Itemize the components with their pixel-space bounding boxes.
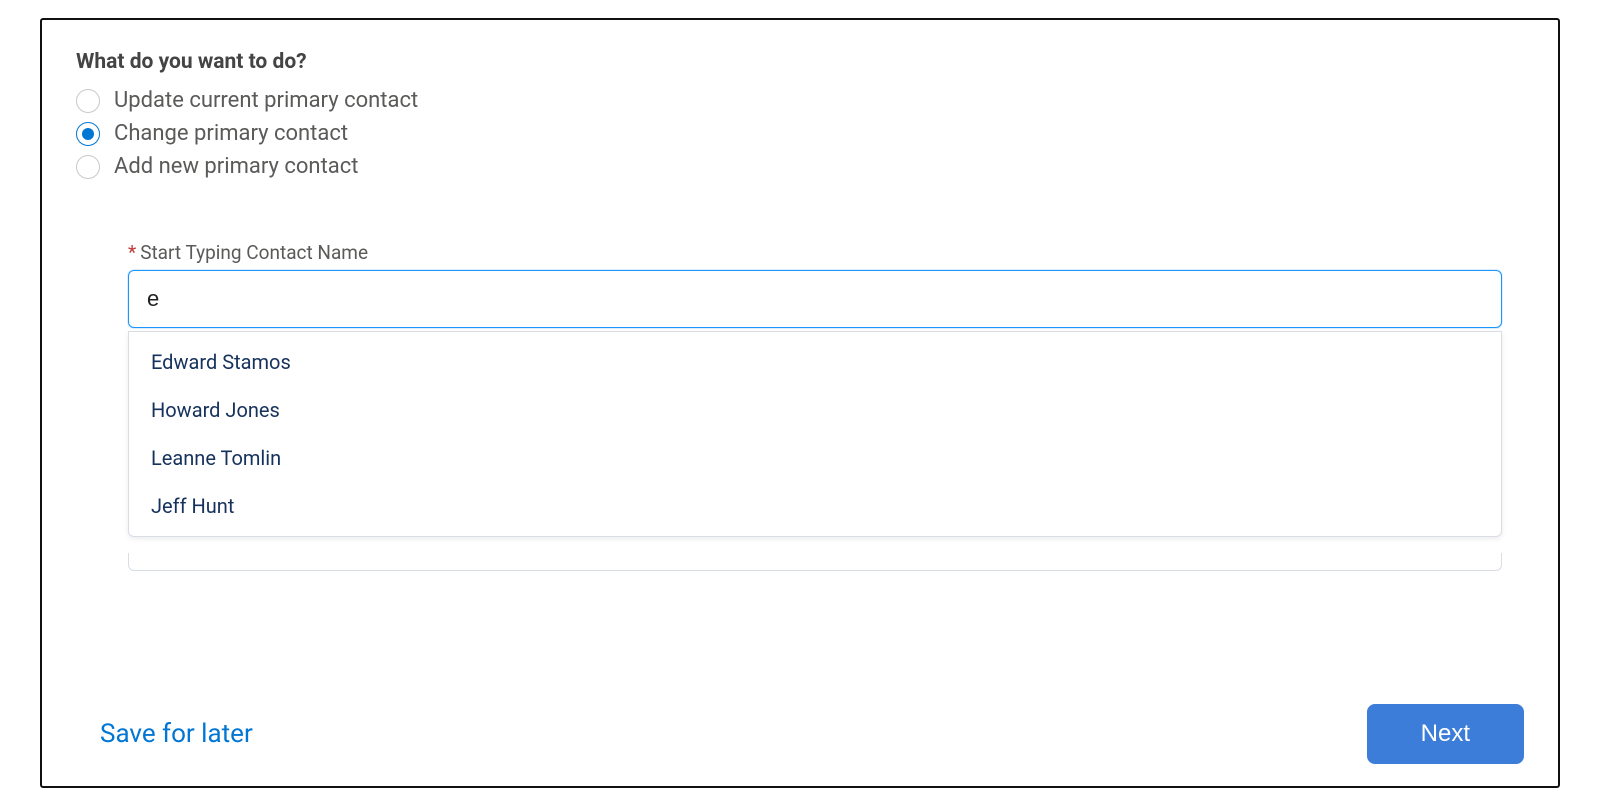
radio-label: Add new primary contact [114,154,358,179]
radio-option-add[interactable]: Add new primary contact [76,154,1524,179]
contact-lookup-block: *Start Typing Contact Name Edward Stamos… [128,241,1502,328]
form-panel: What do you want to do? Update current p… [40,18,1560,788]
question-heading: What do you want to do? [76,50,1524,74]
radio-label: Change primary contact [114,121,348,146]
next-button[interactable]: Next [1367,704,1524,764]
radio-icon [76,89,100,113]
radio-option-change[interactable]: Change primary contact [76,121,1524,146]
save-for-later-link[interactable]: Save for later [76,713,277,755]
suggestion-item[interactable]: Edward Stamos [129,338,1501,386]
radio-icon [76,122,100,146]
form-footer: Save for later Next [76,704,1524,764]
required-indicator-icon: * [128,241,136,264]
action-radio-group: Update current primary contact Change pr… [76,88,1524,179]
radio-label: Update current primary contact [114,88,418,113]
suggestion-item[interactable]: Leanne Tomlin [129,434,1501,482]
contact-name-input[interactable] [128,270,1502,328]
suggestion-item[interactable]: Howard Jones [129,386,1501,434]
field-label-text: Start Typing Contact Name [140,241,368,264]
contact-suggestions-dropdown: Edward Stamos Howard Jones Leanne Tomlin… [128,331,1502,537]
contact-lookup-label: *Start Typing Contact Name [128,241,1502,264]
underlying-field-edge [128,553,1502,571]
suggestion-item[interactable]: Jeff Hunt [129,482,1501,530]
radio-option-update[interactable]: Update current primary contact [76,88,1524,113]
radio-icon [76,155,100,179]
